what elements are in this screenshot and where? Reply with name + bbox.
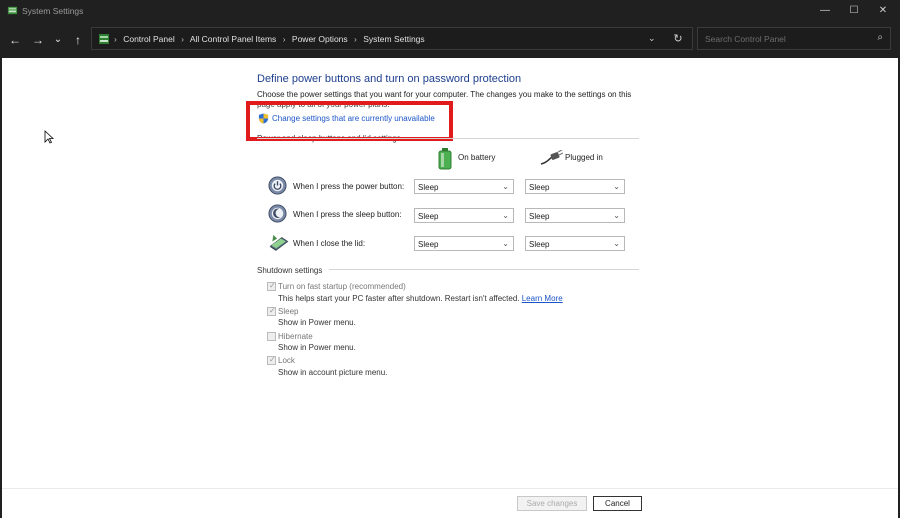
mouse-cursor-icon [44, 130, 54, 144]
sleep-button-label: When I press the sleep button: [293, 210, 402, 219]
control-panel-icon [7, 6, 18, 15]
control-panel-icon [99, 34, 109, 44]
highlight-box [246, 101, 453, 141]
minimize-button[interactable]: — [810, 0, 840, 22]
back-button[interactable]: ← [6, 31, 24, 49]
breadcrumb-separator: › [354, 34, 357, 44]
lid-close-battery-select[interactable]: Sleep ⌄ [414, 236, 514, 251]
sleep-option-title: Sleep [278, 307, 299, 316]
recent-locations-button[interactable]: ⌄ [49, 31, 67, 49]
forward-button[interactable]: → [29, 31, 47, 49]
hibernate-checkbox[interactable] [267, 332, 276, 341]
sleep-button-battery-select[interactable]: Sleep ⌄ [414, 208, 514, 223]
breadcrumb-separator: › [114, 34, 117, 44]
breadcrumb-separator: › [181, 34, 184, 44]
save-changes-button[interactable]: Save changes [517, 496, 587, 511]
learn-more-link[interactable]: Learn More [522, 294, 563, 303]
sleep-button-battery-value: Sleep [418, 212, 439, 221]
breadcrumb-power-options[interactable]: Power Options [292, 34, 348, 44]
breadcrumb-system-settings[interactable]: System Settings [363, 34, 424, 44]
lock-checkbox[interactable] [267, 355, 276, 365]
lid-close-plugged-value: Sleep [529, 240, 550, 249]
address-bar[interactable]: › Control Panel › All Control Panel Item… [91, 27, 693, 50]
sleep-button-icon [268, 204, 287, 223]
chevron-down-icon: ⌄ [613, 239, 620, 248]
sleep-button-plugged-value: Sleep [529, 212, 550, 221]
chevron-down-icon: ⌄ [613, 211, 620, 220]
content-panel: Define power buttons and turn on passwor… [2, 58, 898, 488]
battery-icon [438, 148, 452, 170]
search-icon[interactable]: ⌕ [877, 32, 883, 43]
chevron-down-icon: ⌄ [613, 182, 620, 191]
breadcrumb-all-items[interactable]: All Control Panel Items [190, 34, 276, 44]
up-button[interactable]: ↑ [69, 31, 87, 49]
fast-startup-description: This helps start your PC faster after sh… [278, 294, 563, 303]
cancel-button[interactable]: Cancel [593, 496, 642, 511]
hibernate-option-description: Show in Power menu. [278, 343, 356, 352]
power-button-label: When I press the power button: [293, 182, 405, 191]
shutdown-section-heading: Shutdown settings [257, 266, 323, 275]
chevron-down-icon: ⌄ [502, 211, 509, 220]
fast-startup-checkbox[interactable] [267, 281, 276, 291]
divider [257, 138, 639, 139]
power-button-battery-select[interactable]: Sleep ⌄ [414, 179, 514, 194]
breadcrumb-control-panel[interactable]: Control Panel [123, 34, 175, 44]
fast-startup-description-text: This helps start your PC faster after sh… [278, 294, 520, 303]
power-button-icon [268, 176, 287, 195]
fast-startup-title: Turn on fast startup (recommended) [278, 282, 406, 291]
breadcrumb: › Control Panel › All Control Panel Item… [114, 34, 429, 44]
search-placeholder: Search Control Panel [705, 34, 786, 44]
page-title: Define power buttons and turn on passwor… [257, 73, 522, 85]
divider [329, 269, 639, 270]
power-button-battery-value: Sleep [418, 183, 439, 192]
sleep-button-plugged-select[interactable]: Sleep ⌄ [525, 208, 625, 223]
lock-option-title: Lock [278, 356, 295, 365]
power-button-plugged-select[interactable]: Sleep ⌄ [525, 179, 625, 194]
lid-close-plugged-select[interactable]: Sleep ⌄ [525, 236, 625, 251]
close-button[interactable]: ✕ [868, 0, 898, 22]
lid-close-label: When I close the lid: [293, 239, 366, 248]
plugged-in-header: Plugged in [565, 153, 603, 162]
refresh-button[interactable]: ↻ [668, 29, 688, 49]
laptop-lid-icon [269, 234, 289, 251]
chevron-down-icon: ⌄ [502, 182, 509, 191]
chevron-down-icon: ⌄ [502, 239, 509, 248]
lock-option-description: Show in account picture menu. [278, 368, 388, 377]
sleep-checkbox[interactable] [267, 306, 276, 316]
address-dropdown-button[interactable]: ⌄ [648, 33, 656, 44]
title-bar: System Settings — ☐ ✕ [0, 0, 900, 22]
plug-icon [540, 150, 563, 165]
page-description: Choose the power settings that you want … [257, 90, 632, 99]
on-battery-header: On battery [458, 153, 496, 162]
lid-close-battery-value: Sleep [418, 240, 439, 249]
power-button-plugged-value: Sleep [529, 183, 550, 192]
search-input[interactable]: Search Control Panel ⌕ [697, 27, 891, 50]
window-title: System Settings [22, 6, 84, 16]
sleep-option-description: Show in Power menu. [278, 318, 356, 327]
footer-bar [2, 488, 898, 518]
hibernate-option-title: Hibernate [278, 332, 313, 341]
breadcrumb-separator: › [282, 34, 286, 44]
maximize-button[interactable]: ☐ [839, 0, 869, 22]
